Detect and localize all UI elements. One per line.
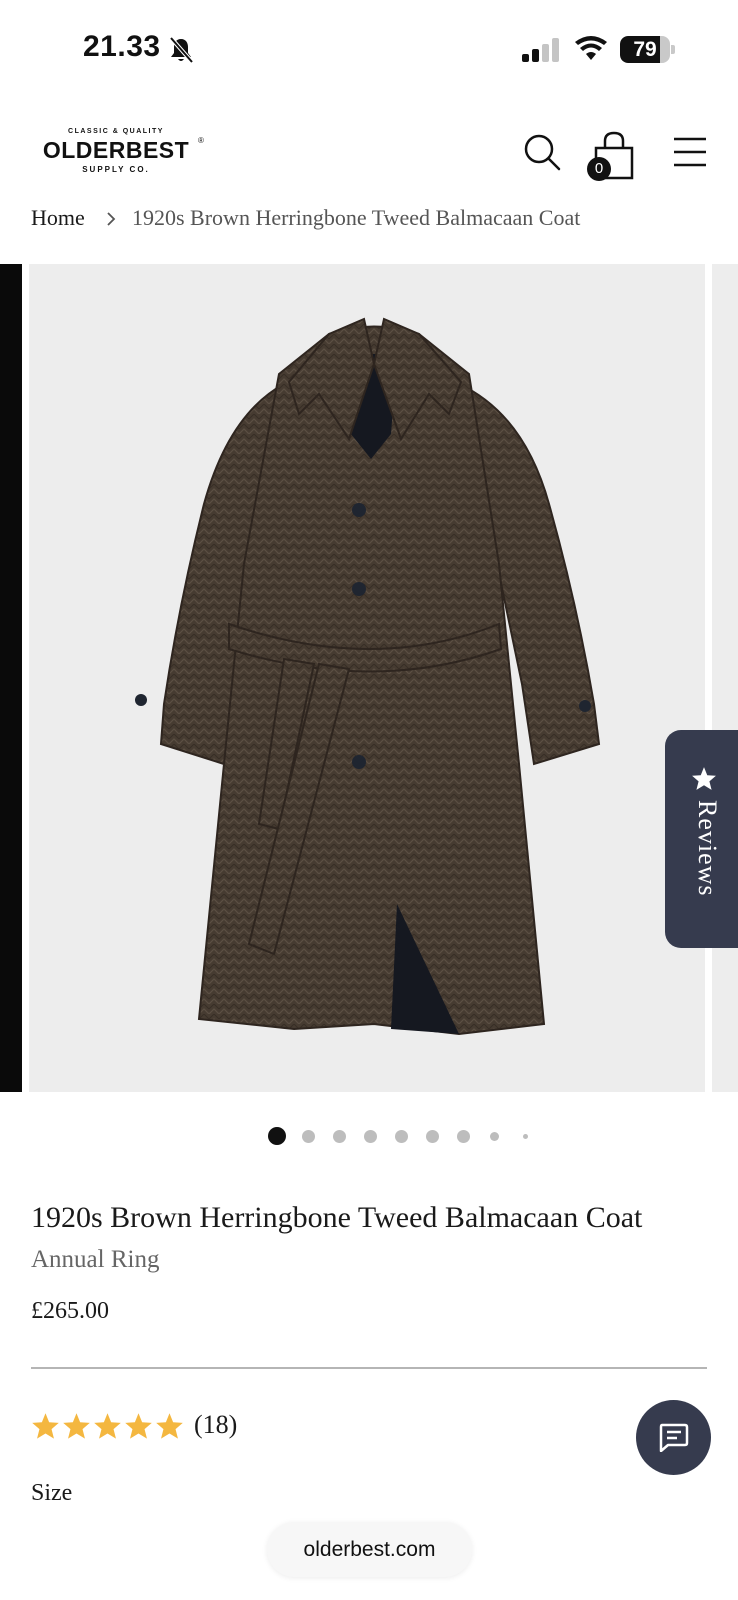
size-label: Size bbox=[31, 1480, 73, 1506]
product-gallery[interactable] bbox=[0, 264, 738, 1092]
gallery-dot[interactable] bbox=[301, 1130, 315, 1143]
logo-wordmark: OLDERBEST bbox=[42, 137, 190, 163]
star-icon bbox=[692, 767, 716, 790]
chevron-right-icon bbox=[107, 212, 116, 226]
reviews-tab-label: Reviews bbox=[693, 800, 722, 897]
gallery-dot[interactable] bbox=[489, 1132, 499, 1141]
coat-product-image bbox=[135, 317, 601, 1036]
menu-icon[interactable] bbox=[673, 137, 707, 167]
logo-subtitle: SUPPLY CO. bbox=[82, 165, 150, 174]
product-title: 1920s Brown Herringbone Tweed Balmacaan … bbox=[31, 1201, 643, 1234]
chat-button[interactable] bbox=[636, 1400, 711, 1475]
battery-level: 79 bbox=[633, 38, 657, 61]
gallery-dot[interactable] bbox=[268, 1127, 286, 1145]
status-time: 21.33 bbox=[83, 30, 161, 63]
gallery-slide-next[interactable] bbox=[712, 264, 738, 1092]
logo-tagline: CLASSIC & QUALITY bbox=[68, 128, 164, 135]
gallery-pagination[interactable] bbox=[0, 1126, 738, 1146]
gallery-slide-main[interactable] bbox=[29, 264, 705, 1092]
cart-count-badge[interactable]: 0 bbox=[587, 157, 611, 181]
wifi-icon bbox=[575, 36, 607, 60]
star-icon bbox=[32, 1413, 59, 1439]
rating-count[interactable]: (18) bbox=[194, 1410, 237, 1440]
reviews-side-tab[interactable]: Reviews bbox=[665, 730, 738, 948]
gallery-dot[interactable] bbox=[425, 1130, 439, 1143]
star-icon bbox=[125, 1413, 152, 1439]
breadcrumb-current: 1920s Brown Herringbone Tweed Balmacaan … bbox=[132, 205, 581, 230]
divider bbox=[31, 1367, 707, 1369]
store-logo[interactable]: CLASSIC & QUALITY OLDERBEST ® SUPPLY CO. bbox=[30, 128, 210, 178]
bell-slash-icon bbox=[169, 36, 194, 64]
gallery-dot[interactable] bbox=[522, 1134, 528, 1139]
browser-url-bar[interactable]: olderbest.com bbox=[267, 1522, 472, 1577]
chat-icon bbox=[659, 1423, 689, 1452]
gallery-slide-previous[interactable] bbox=[0, 264, 22, 1092]
logo-registered-mark: ® bbox=[198, 136, 204, 145]
gallery-dot[interactable] bbox=[394, 1130, 408, 1143]
gallery-dot[interactable] bbox=[332, 1130, 346, 1143]
product-vendor[interactable]: Annual Ring bbox=[31, 1246, 159, 1274]
search-icon[interactable] bbox=[523, 133, 561, 171]
status-bar: 21.33 79 bbox=[0, 0, 738, 100]
gallery-dot[interactable] bbox=[363, 1130, 377, 1143]
breadcrumb-home-link[interactable]: Home bbox=[31, 205, 85, 231]
battery-icon: 79 bbox=[620, 36, 675, 63]
star-icon bbox=[156, 1413, 183, 1439]
star-icon bbox=[63, 1413, 90, 1439]
gallery-dot[interactable] bbox=[456, 1130, 470, 1143]
signal-icon bbox=[522, 38, 559, 62]
star-icon bbox=[94, 1413, 121, 1439]
product-price: £265.00 bbox=[31, 1298, 109, 1324]
